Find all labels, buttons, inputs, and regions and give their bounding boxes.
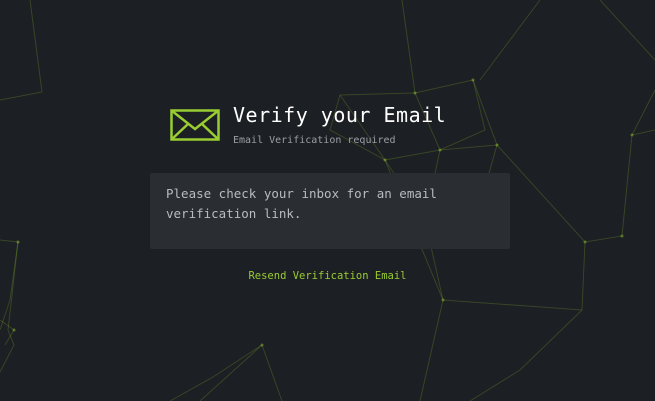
verify-header: Verify your Email Email Verification req… <box>170 102 510 152</box>
resend-verification-link[interactable]: Resend Verification Email <box>0 270 655 282</box>
envelope-icon <box>170 109 220 141</box>
message-panel: Please check your inbox for an email ver… <box>150 173 510 249</box>
verification-message: Please check your inbox for an email ver… <box>166 186 437 221</box>
page-title: Verify your Email <box>233 103 447 127</box>
page-subtitle: Email Verification required <box>233 135 396 146</box>
verify-email-page: Verify your Email Email Verification req… <box>0 0 655 401</box>
